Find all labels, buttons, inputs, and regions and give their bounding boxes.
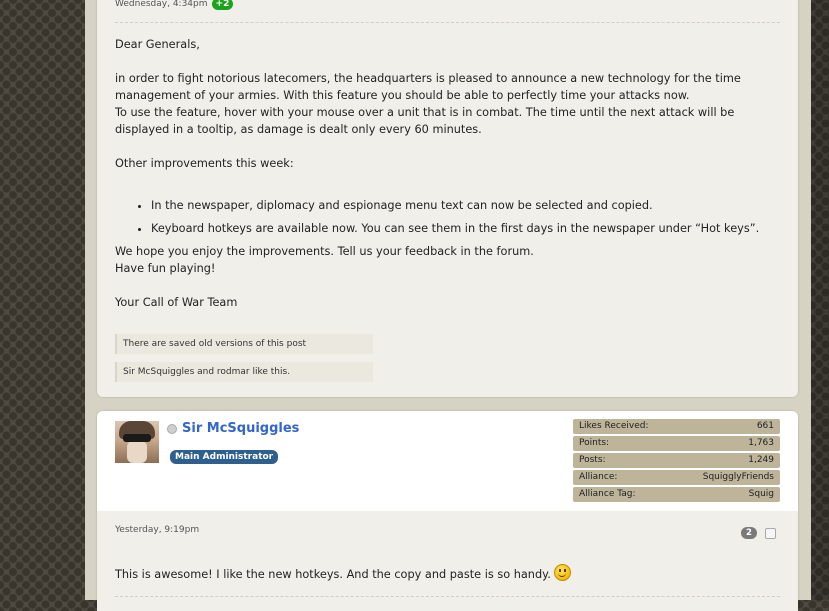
list-item: In the newspaper, diplomacy and espionag… — [151, 197, 775, 214]
stat-label: Alliance: — [579, 472, 618, 482]
likes-notice[interactable]: Sir McSquiggles and rodmar like this. — [115, 362, 373, 382]
paragraph-1: in order to fight notorious latecomers, … — [115, 72, 741, 102]
smiley-icon — [553, 564, 571, 581]
divider — [115, 596, 780, 597]
stat-posts: Posts: 1,249 — [573, 453, 780, 468]
greeting: Dear Generals, — [115, 38, 200, 51]
stat-value: 661 — [756, 421, 774, 431]
stat-value: Squig — [748, 489, 774, 499]
saved-versions-notice[interactable]: There are saved old versions of this pos… — [115, 334, 373, 354]
stat-label: Points: — [579, 438, 610, 448]
user-stats: Likes Received: 661 Points: 1,763 Posts:… — [573, 419, 780, 504]
forum-post-2: Sir McSquiggles Main Administrator Likes… — [97, 411, 798, 611]
username-link[interactable]: Sir McSquiggles — [182, 421, 299, 436]
offline-status-icon — [167, 424, 177, 434]
scrollbar-shade — [811, 0, 829, 600]
other-improvements-heading: Other improvements this week: — [115, 157, 294, 170]
signature: Your Call of War Team — [115, 296, 238, 309]
select-post-checkbox[interactable] — [765, 528, 776, 539]
stat-value[interactable]: SquigglyFriends — [703, 470, 774, 485]
stat-value: 1,763 — [748, 438, 774, 448]
divider — [115, 22, 780, 23]
stat-alliance-tag: Alliance Tag: Squig — [573, 487, 780, 502]
avatar[interactable] — [115, 421, 159, 463]
forum-post-1: Wednesday, 4:34pm +2 Dear Generals, in or… — [97, 0, 798, 397]
stat-points: Points: 1,763 — [573, 436, 780, 451]
stat-label: Likes Received: — [579, 421, 649, 431]
stat-label: Alliance Tag: — [579, 489, 636, 499]
vote-badge[interactable]: +2 — [211, 0, 234, 10]
closing-line-1: We hope you enjoy the improvements. Tell… — [115, 245, 534, 258]
post-date: Wednesday, 4:34pm +2 — [115, 0, 234, 10]
post-date[interactable]: Yesterday, 9:19pm — [115, 525, 199, 535]
post-message-text: This is awesome! I like the new hotkeys.… — [115, 568, 551, 581]
post-number-badge[interactable]: 2 — [741, 527, 757, 539]
stat-alliance: Alliance: SquigglyFriends — [573, 470, 780, 485]
improvements-list: In the newspaper, diplomacy and espionag… — [115, 197, 775, 237]
post-message: This is awesome! I like the new hotkeys.… — [115, 564, 571, 581]
stat-likes-received: Likes Received: 661 — [573, 419, 780, 434]
post-date-text[interactable]: Wednesday, 4:34pm — [115, 0, 208, 9]
post-message: Dear Generals, in order to fight notorio… — [115, 36, 775, 311]
list-item: Keyboard hotkeys are available now. You … — [151, 220, 775, 237]
user-info-bar: Sir McSquiggles Main Administrator Likes… — [97, 411, 798, 511]
role-badge: Main Administrator — [170, 450, 279, 464]
stat-label: Posts: — [579, 455, 606, 465]
stat-value: 1,249 — [748, 455, 774, 465]
closing-line-2: Have fun playing! — [115, 262, 216, 275]
paragraph-2: To use the feature, hover with your mous… — [115, 106, 735, 136]
